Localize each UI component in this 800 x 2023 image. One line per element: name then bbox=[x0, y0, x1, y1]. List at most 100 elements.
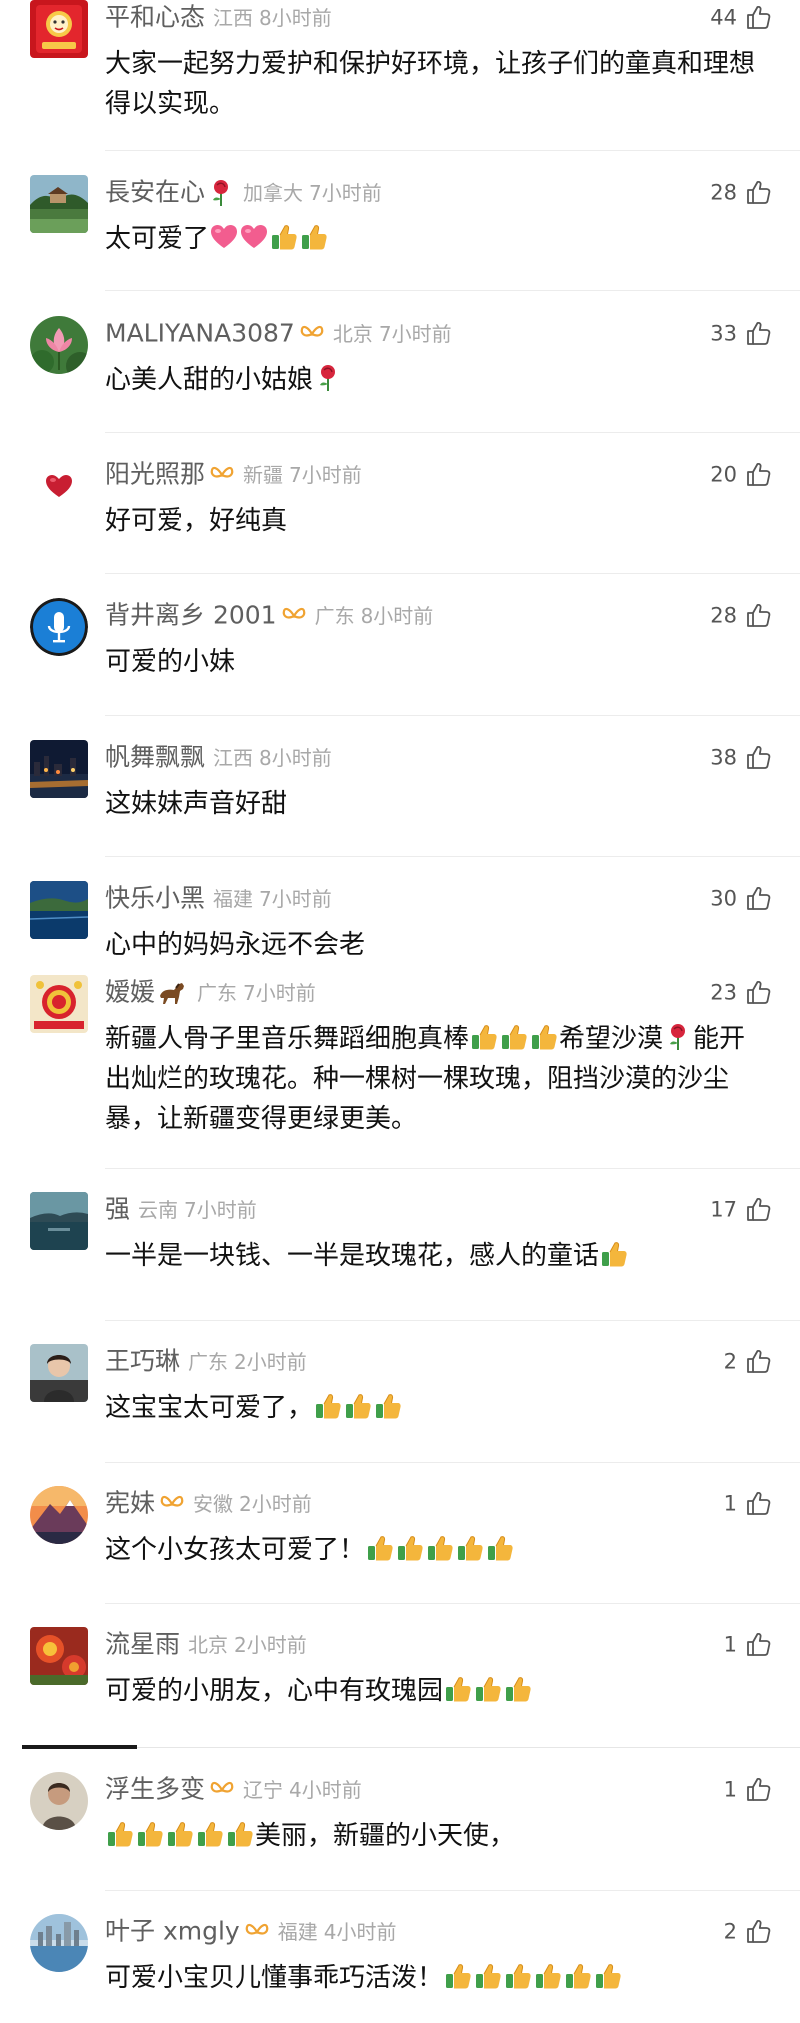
user-avatar[interactable] bbox=[30, 881, 88, 939]
user-avatar[interactable] bbox=[30, 1344, 88, 1402]
thumbs-up-emoji-icon bbox=[594, 1962, 622, 1990]
like-button[interactable]: 2 bbox=[724, 1914, 772, 1948]
comment-header: 帆舞飘飘 江西 8小时前 bbox=[105, 740, 665, 774]
comment-header: 背井离乡 2001 广东 8小时前 bbox=[105, 598, 665, 632]
heart-emoji-icon bbox=[210, 223, 238, 251]
username[interactable]: 宪妹 bbox=[105, 1489, 155, 1518]
comment-text: 太可爱了 bbox=[105, 219, 765, 259]
comment-divider bbox=[105, 573, 800, 574]
comment-text-content: 可爱的小妹 bbox=[105, 647, 236, 677]
comment-location: 广东 bbox=[314, 603, 355, 628]
thumbs-up-icon[interactable] bbox=[745, 4, 772, 31]
like-button[interactable]: 38 bbox=[710, 740, 772, 774]
comment-location: 云南 bbox=[138, 1197, 179, 1222]
comment-text: 心美人甜的小姑娘 bbox=[105, 360, 765, 400]
user-avatar[interactable] bbox=[30, 598, 88, 656]
like-count: 2 bbox=[723, 1919, 737, 1944]
thumbs-up-emoji-icon bbox=[426, 1534, 454, 1562]
user-avatar[interactable] bbox=[30, 1627, 88, 1685]
thumbs-up-emoji-icon bbox=[344, 1392, 372, 1420]
username[interactable]: 背井离乡 2001 bbox=[105, 601, 277, 630]
like-button[interactable]: 1 bbox=[724, 1627, 772, 1661]
thumbs-up-icon[interactable] bbox=[745, 179, 772, 206]
like-button[interactable]: 17 bbox=[710, 1192, 772, 1226]
thumbs-up-icon[interactable] bbox=[745, 320, 772, 347]
thumbs-up-icon[interactable] bbox=[745, 1918, 772, 1945]
username[interactable]: 帆舞飘飘 bbox=[105, 743, 205, 772]
thumbs-up-emoji-icon bbox=[444, 1675, 472, 1703]
user-avatar[interactable] bbox=[30, 975, 88, 1033]
comment-header: 阳光照那 新疆 7小时前 bbox=[105, 457, 665, 491]
thumbs-up-emoji-icon bbox=[534, 1962, 562, 1990]
comment-header: MALIYANA3087 北京 7小时前 bbox=[105, 316, 665, 350]
comment-list: 平和心态 江西 8小时前 44 大家一起努力爱护和保护好环境，让孩子们的童真和理想得以实… bbox=[0, 0, 800, 2023]
thumbs-up-icon[interactable] bbox=[745, 744, 772, 771]
username[interactable]: 强 bbox=[105, 1195, 130, 1224]
thumbs-up-icon[interactable] bbox=[745, 1196, 772, 1223]
heart-emoji-icon bbox=[240, 223, 268, 251]
thumbs-up-icon[interactable] bbox=[745, 1776, 772, 1803]
like-count: 1 bbox=[723, 1632, 737, 1657]
like-count: 28 bbox=[710, 180, 737, 205]
user-avatar[interactable] bbox=[30, 1486, 88, 1544]
thumbs-up-icon[interactable] bbox=[745, 979, 772, 1006]
thumbs-up-icon[interactable] bbox=[745, 1348, 772, 1375]
thumbs-up-emoji-icon bbox=[444, 1962, 472, 1990]
user-avatar[interactable] bbox=[30, 175, 88, 233]
rose-emoji-icon bbox=[664, 1023, 692, 1051]
comment-divider bbox=[105, 1890, 800, 1891]
comment-text: 可爱的小妹 bbox=[105, 642, 765, 682]
like-button[interactable]: 44 bbox=[710, 0, 772, 34]
like-button[interactable]: 1 bbox=[724, 1772, 772, 1806]
username[interactable]: 嫒媛 bbox=[105, 978, 155, 1007]
comment-divider bbox=[105, 1462, 800, 1463]
comment-text-content: 可爱的小朋友，心中有玫瑰园 bbox=[105, 1676, 444, 1706]
comment-text: 心中的妈妈永远不会老 bbox=[105, 925, 765, 965]
username[interactable]: 快乐小黑 bbox=[105, 884, 205, 913]
like-button[interactable]: 20 bbox=[710, 457, 772, 491]
username[interactable]: 流星雨 bbox=[105, 1630, 180, 1659]
like-button[interactable]: 23 bbox=[710, 975, 772, 1009]
username[interactable]: 叶子 xmgly bbox=[105, 1917, 240, 1946]
thumbs-up-emoji-icon bbox=[374, 1392, 402, 1420]
user-avatar[interactable] bbox=[30, 316, 88, 374]
comment-location: 福建 bbox=[277, 1919, 318, 1944]
like-button[interactable]: 2 bbox=[724, 1344, 772, 1378]
comment-location: 北京 bbox=[332, 321, 373, 346]
like-button[interactable]: 1 bbox=[724, 1486, 772, 1520]
thumbs-up-icon[interactable] bbox=[745, 602, 772, 629]
username[interactable]: 王巧琳 bbox=[105, 1347, 180, 1376]
thumbs-up-emoji-icon bbox=[504, 1962, 532, 1990]
comment-divider bbox=[105, 856, 800, 857]
comment-divider bbox=[105, 432, 800, 433]
username[interactable]: 長安在心 bbox=[105, 178, 205, 207]
username[interactable]: 平和心态 bbox=[105, 3, 205, 32]
like-button[interactable]: 33 bbox=[710, 316, 772, 350]
thumbs-up-icon[interactable] bbox=[745, 461, 772, 488]
thumbs-up-icon[interactable] bbox=[745, 1631, 772, 1658]
like-button[interactable]: 30 bbox=[710, 881, 772, 915]
comment-location: 福建 bbox=[213, 886, 254, 911]
user-avatar[interactable] bbox=[30, 1772, 88, 1830]
user-avatar[interactable] bbox=[30, 0, 88, 58]
comment-time: 8小时前 bbox=[360, 603, 434, 628]
thumbs-up-emoji-icon bbox=[396, 1534, 424, 1562]
thumbs-up-icon[interactable] bbox=[745, 885, 772, 912]
comment-text-content: 好可爱，好纯真 bbox=[105, 506, 288, 536]
user-avatar[interactable] bbox=[30, 740, 88, 798]
username[interactable]: 阳光照那 bbox=[105, 460, 205, 489]
thumbs-up-icon[interactable] bbox=[745, 1490, 772, 1517]
thumbs-up-emoji-icon bbox=[564, 1962, 592, 1990]
comment-text: 这宝宝太可爱了， bbox=[105, 1388, 765, 1428]
like-button[interactable]: 28 bbox=[710, 175, 772, 209]
username[interactable]: MALIYANA3087 bbox=[105, 319, 295, 348]
user-avatar[interactable] bbox=[30, 1914, 88, 1972]
user-avatar[interactable] bbox=[30, 457, 88, 515]
thumbs-up-emoji-icon bbox=[530, 1023, 558, 1051]
user-avatar[interactable] bbox=[30, 1192, 88, 1250]
like-button[interactable]: 28 bbox=[710, 598, 772, 632]
comment-header: 流星雨 北京 2小时前 bbox=[105, 1627, 665, 1661]
username[interactable]: 浮生多变 bbox=[105, 1775, 205, 1804]
user-level-badge-icon bbox=[281, 605, 307, 627]
thumbs-up-emoji-icon bbox=[366, 1534, 394, 1562]
